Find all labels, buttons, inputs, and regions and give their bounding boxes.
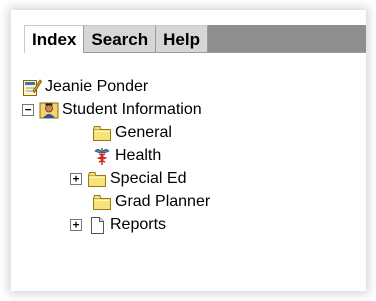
tab-index[interactable]: Index	[24, 25, 85, 53]
folder-icon	[92, 192, 112, 212]
caduceus-icon	[92, 146, 112, 166]
collapse-toggle[interactable]: −	[22, 104, 34, 116]
tab-bar-filler	[207, 25, 366, 53]
tree-item-special-ed[interactable]: + Special Ed	[70, 168, 187, 190]
tree-item-reports-label: Reports	[110, 216, 167, 233]
tree-item-student-information[interactable]: − Student Information	[22, 99, 202, 121]
tree-item-grad-planner-label: Grad Planner	[115, 193, 211, 210]
tree-item-user-label: Jeanie Ponder	[45, 78, 149, 95]
tree-item-health[interactable]: Health	[92, 145, 161, 167]
tree-item-reports[interactable]: + Reports	[70, 214, 166, 236]
tree-item-general-label: General	[115, 124, 172, 141]
tree-item-special-ed-label: Special Ed	[110, 170, 187, 187]
folder-icon	[92, 123, 112, 143]
expand-toggle[interactable]: +	[70, 219, 82, 231]
folder-icon	[87, 169, 107, 189]
tree-item-user[interactable]: Jeanie Ponder	[22, 76, 148, 98]
tab-bar: Index Search Help	[24, 25, 366, 53]
tree-item-health-label: Health	[115, 147, 162, 164]
tab-help[interactable]: Help	[156, 25, 208, 53]
document-icon	[87, 215, 107, 235]
tree-item-general[interactable]: General	[92, 122, 172, 144]
navigation-panel: Index Search Help Jeanie Ponder − Studen…	[11, 10, 366, 291]
student-icon	[39, 100, 59, 120]
expand-toggle[interactable]: +	[70, 173, 82, 185]
tree-item-grad-planner[interactable]: Grad Planner	[92, 191, 210, 213]
edit-user-icon	[22, 77, 42, 97]
tab-search[interactable]: Search	[84, 25, 157, 53]
tree-item-student-information-label: Student Information	[62, 101, 202, 118]
